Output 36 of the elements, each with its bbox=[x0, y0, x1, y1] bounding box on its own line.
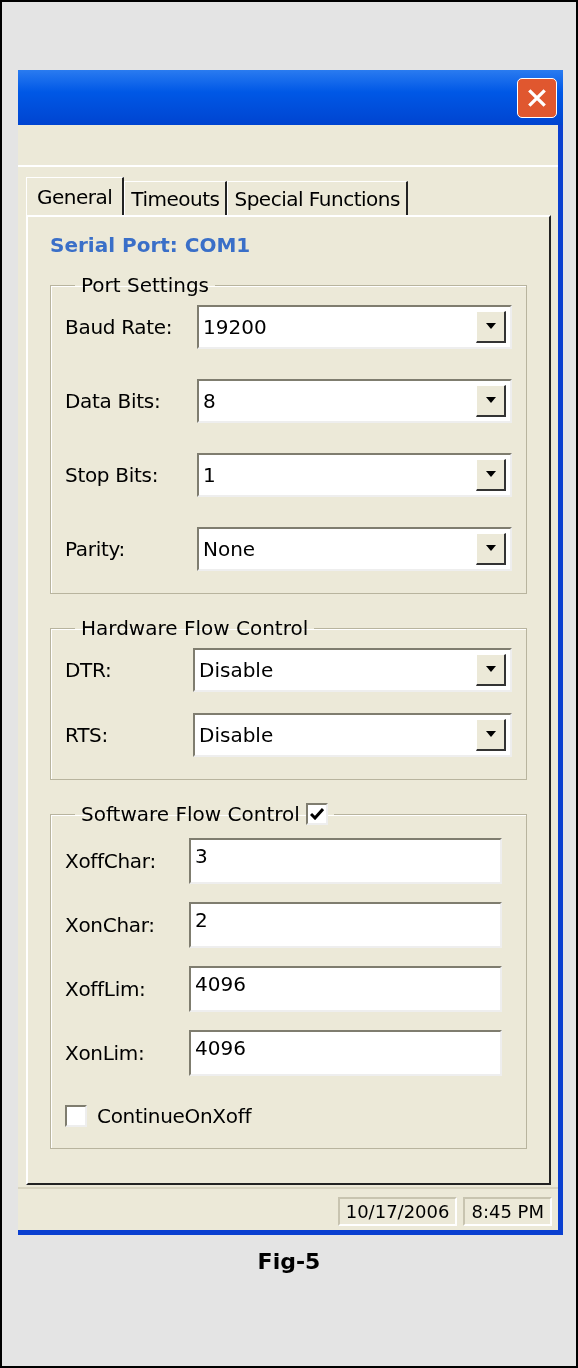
checkbox-label: ContinueOnXoff bbox=[97, 1104, 252, 1128]
field-label: XoffChar: bbox=[65, 849, 157, 873]
tab[interactable]: Timeouts bbox=[124, 181, 228, 215]
close-icon bbox=[526, 86, 548, 109]
field-label: Baud Rate: bbox=[65, 315, 174, 339]
checkbox[interactable] bbox=[65, 1105, 87, 1127]
field-label: XonLim: bbox=[65, 1041, 146, 1065]
field-label: Parity: bbox=[65, 537, 127, 561]
checkbox[interactable] bbox=[305, 803, 328, 825]
dropdown[interactable]: 1 bbox=[197, 453, 512, 497]
group-title: Port Settings bbox=[81, 273, 210, 297]
tab[interactable]: Special Functions bbox=[227, 181, 408, 215]
text-field[interactable]: 4096 bbox=[189, 1030, 502, 1076]
dropdown[interactable]: 8 bbox=[197, 379, 512, 423]
group-title: Hardware Flow Control bbox=[81, 616, 309, 640]
tab[interactable]: General bbox=[26, 177, 125, 215]
group-title: Software Flow Control bbox=[81, 802, 300, 826]
field-label: XoffLim: bbox=[65, 977, 147, 1001]
figure-caption: Fig-5 bbox=[256, 1249, 322, 1274]
field-label: Stop Bits: bbox=[65, 463, 160, 487]
checkmark-icon bbox=[309, 808, 324, 820]
field-label: Data Bits: bbox=[65, 389, 162, 413]
field-label: XonChar: bbox=[65, 913, 156, 937]
dropdown[interactable]: Disable bbox=[193, 648, 512, 692]
dropdown[interactable]: 19200 bbox=[197, 305, 512, 349]
close-button[interactable] bbox=[517, 77, 557, 118]
text-field[interactable]: 4096 bbox=[189, 966, 502, 1012]
field-label: DTR: bbox=[65, 658, 113, 682]
dropdown[interactable]: None bbox=[197, 527, 512, 571]
status-date: 10/17/2006 bbox=[337, 1197, 458, 1226]
port-heading: Serial Port: COM1 bbox=[50, 233, 252, 257]
dropdown[interactable]: Disable bbox=[193, 713, 512, 757]
status-time: 8:45 PM bbox=[463, 1197, 552, 1226]
text-field[interactable]: 3 bbox=[189, 838, 502, 884]
field-label: RTS: bbox=[65, 723, 109, 747]
text-field[interactable]: 2 bbox=[189, 902, 502, 948]
